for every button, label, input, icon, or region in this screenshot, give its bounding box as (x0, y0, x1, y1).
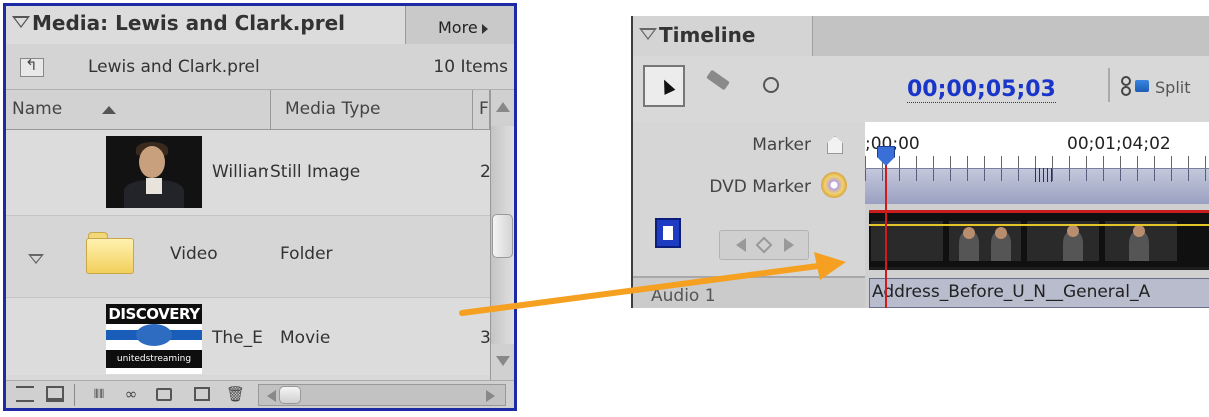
media-panel: Media: Lewis and Clark.prel More Lewis a… (3, 3, 517, 411)
audio-track-label: Audio 1 (651, 286, 716, 306)
track-headers: Marker DVD Marker Audio 1 (633, 122, 865, 308)
new-folder-icon[interactable] (156, 388, 172, 401)
column-truncated-label: F (479, 99, 489, 119)
clip-frame (871, 221, 943, 261)
scroll-down-arrow-icon[interactable] (491, 344, 514, 380)
horizontal-scrollbar[interactable] (258, 384, 506, 406)
column-media-type-label: Media Type (285, 99, 381, 119)
timeline-tab[interactable]: Timeline (633, 16, 813, 56)
split-label: Split (1155, 78, 1191, 97)
column-truncated[interactable]: F (473, 90, 490, 130)
column-name-label: Name (12, 99, 63, 119)
media-toolbar: ⦀⦀ ∞ 🗑 (6, 380, 514, 408)
razor-tool-button[interactable] (699, 65, 741, 107)
horizontal-scroll-thumb[interactable] (279, 386, 301, 404)
dvd-disc-icon[interactable] (821, 172, 847, 198)
panel-collapse-icon[interactable] (12, 16, 30, 28)
video-track-icon[interactable] (655, 218, 681, 248)
ruler-ticks (865, 156, 1209, 168)
scroll-right-arrow-icon[interactable] (486, 390, 495, 402)
expand-folder-icon[interactable] (28, 254, 44, 264)
current-timecode[interactable]: 00;00;05;03 (907, 77, 1056, 103)
timeline-panel: Timeline 00;00;05;03 Split Marker DVD Ma… (631, 16, 1209, 308)
sort-ascending-icon (102, 106, 116, 114)
new-item-icon[interactable] (194, 387, 210, 401)
icon-view-icon[interactable] (46, 386, 64, 402)
media-row-movie[interactable]: DISCOVERY unitedstreaming The_E Movie 3 (6, 298, 490, 375)
add-keyframe-icon[interactable] (755, 236, 773, 254)
timeline-tabstrip: Timeline (633, 16, 1209, 56)
media-vertical-scrollbar[interactable] (490, 90, 514, 380)
playhead-line (885, 148, 887, 308)
marker-icon[interactable] (827, 136, 843, 154)
toolbar-divider (1108, 68, 1110, 102)
next-keyframe-icon[interactable] (784, 238, 794, 252)
thumbnail-subbrand: unitedstreaming (106, 350, 202, 368)
keyframe-navigator (719, 230, 809, 260)
zoom-icon (763, 77, 779, 93)
scissors-icon (1121, 76, 1149, 96)
previous-keyframe-icon[interactable] (736, 238, 746, 252)
dvd-marker-label: DVD Marker (709, 177, 811, 197)
more-button[interactable]: More (438, 18, 488, 37)
zoom-tool-button[interactable] (751, 65, 793, 107)
storyboard-icon[interactable]: ⦀⦀ (90, 386, 108, 402)
thumbnail-brand: DISCOVERY (106, 304, 202, 324)
panel-resize-grip[interactable] (258, 409, 294, 411)
media-row-william[interactable]: William Still Image 2 (6, 130, 490, 216)
list-view-icon[interactable] (16, 386, 34, 402)
scroll-left-arrow-icon[interactable] (267, 390, 276, 402)
media-row-type: Still Image (270, 162, 361, 182)
william-portrait-thumbnail (106, 136, 202, 208)
opacity-rubber-band[interactable] (869, 224, 1209, 226)
media-row-video-folder[interactable]: Video Folder (6, 216, 490, 298)
media-panel-title: Media: Lewis and Clark.prel (32, 11, 346, 35)
column-header: Name Media Type F (6, 90, 490, 130)
media-row-name: The_E (212, 328, 263, 348)
clip-frame (949, 221, 1021, 261)
timeline-title: Timeline (659, 23, 756, 47)
media-row-name: Video (170, 244, 218, 264)
folder-icon (86, 230, 134, 274)
clip-frame (1027, 221, 1099, 261)
audio-track-header[interactable]: Audio 1 (633, 276, 865, 308)
more-label: More (438, 18, 478, 37)
media-row-extra: 3 (480, 328, 490, 348)
work-area-grip[interactable] (1035, 168, 1055, 182)
media-tabstrip: Media: Lewis and Clark.prel More (6, 6, 514, 44)
project-name: Lewis and Clark.prel (88, 57, 260, 77)
media-row-type: Movie (280, 328, 331, 348)
scroll-up-arrow-icon[interactable] (491, 90, 514, 126)
timeline-toolbar: 00;00;05;03 Split (633, 56, 1209, 122)
media-row-type: Folder (280, 244, 333, 264)
track-area: ;00;00 00;01;04;02 Address_Before_U_N__G… (865, 122, 1209, 308)
column-name[interactable]: Name (6, 90, 271, 130)
items-count: 10 Items (433, 57, 508, 77)
ruler-timecode-mid: 00;01;04;02 (1067, 134, 1171, 154)
trash-icon[interactable]: 🗑 (226, 386, 245, 402)
media-info-bar: Lewis and Clark.prel 10 Items (6, 44, 514, 90)
toolbar-separator (74, 384, 75, 406)
discovery-movie-thumbnail: DISCOVERY unitedstreaming (106, 304, 202, 374)
up-folder-icon[interactable] (20, 56, 44, 77)
audio-clip-name: Address_Before_U_N__General_A (872, 282, 1151, 302)
audio-clip[interactable]: Address_Before_U_N__General_A (869, 278, 1209, 308)
media-tab[interactable]: Media: Lewis and Clark.prel (6, 6, 406, 44)
find-binoculars-icon[interactable]: ∞ (122, 386, 140, 402)
panel-collapse-icon[interactable] (639, 28, 657, 40)
time-ruler[interactable]: ;00;00 00;01;04;02 (865, 122, 1209, 168)
razor-icon (706, 69, 730, 91)
marker-label: Marker (752, 135, 811, 155)
media-row-extra: 2 (480, 162, 490, 182)
clip-frame (1105, 221, 1177, 261)
video-clip[interactable] (869, 210, 1209, 270)
media-row-name: William (212, 162, 268, 182)
selection-tool-button[interactable] (643, 65, 685, 107)
media-list: William Still Image 2 Video Folder DISCO… (6, 130, 490, 375)
column-media-type[interactable]: Media Type (271, 90, 473, 130)
selection-arrow-icon (658, 77, 676, 95)
scroll-thumb[interactable] (492, 214, 513, 258)
more-arrow-icon (481, 23, 488, 34)
